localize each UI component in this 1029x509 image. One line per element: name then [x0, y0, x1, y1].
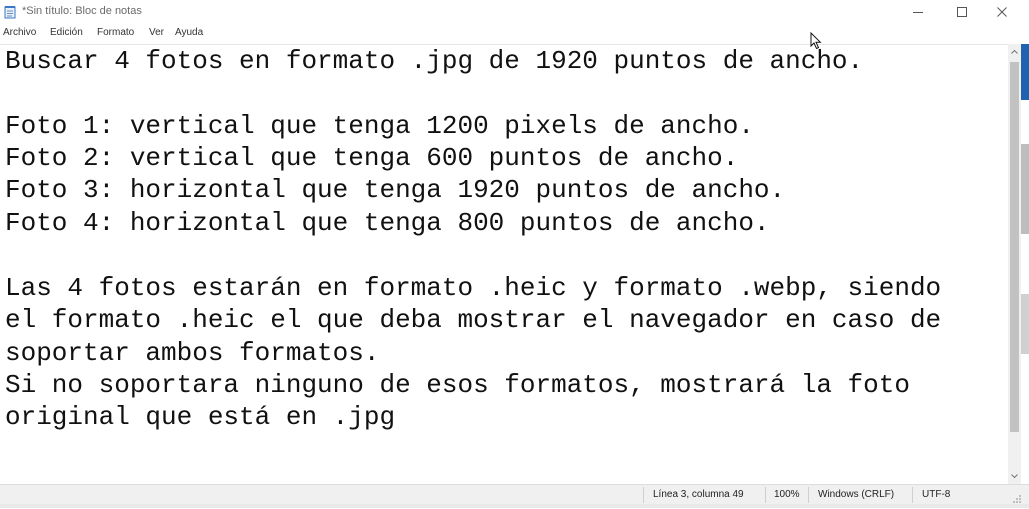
maximize-icon [957, 7, 967, 17]
status-divider [765, 487, 766, 503]
close-icon [997, 7, 1007, 17]
chevron-up-icon [1011, 49, 1018, 54]
editor-line: el formato .heic el que deba mostrar el … [5, 305, 942, 335]
status-divider [912, 487, 913, 503]
status-position: Línea 3, columna 49 [653, 489, 744, 500]
menu-ver[interactable]: Ver [149, 27, 164, 38]
editor-line: original que está en .jpg [5, 402, 396, 432]
background-window-panel [1021, 294, 1029, 354]
editor-line: Buscar 4 fotos en formato .jpg de 1920 p… [5, 46, 864, 76]
status-encoding: UTF-8 [922, 489, 951, 500]
mouse-cursor-icon [810, 31, 822, 55]
text-editor[interactable]: Buscar 4 fotos en formato .jpg de 1920 p… [0, 44, 1008, 485]
scroll-up-arrow[interactable] [1008, 44, 1021, 60]
vertical-scrollbar[interactable] [1008, 44, 1021, 484]
window-title: *Sin título: Bloc de notas [22, 5, 142, 17]
editor-line: soportar ambos formatos. [5, 338, 380, 368]
editor-line: Foto 3: horizontal que tenga 1920 puntos… [5, 175, 786, 205]
status-divider [643, 487, 644, 503]
background-window-panel [1021, 144, 1029, 234]
scroll-down-arrow[interactable] [1008, 468, 1021, 484]
title-bar: *Sin título: Bloc de notas [0, 0, 1029, 24]
minimize-icon [913, 12, 923, 13]
status-zoom: 100% [774, 489, 800, 500]
editor-line: Foto 2: vertical que tenga 600 puntos de… [5, 143, 739, 173]
menu-ayuda[interactable]: Ayuda [175, 27, 203, 38]
editor-line: Si no soportara ninguno de esos formatos… [5, 370, 910, 400]
menu-bar: Archivo Edición Formato Ver Ayuda [0, 24, 1029, 44]
status-bar: Línea 3, columna 49 100% Windows (CRLF) … [0, 484, 1029, 505]
minimize-button[interactable] [898, 0, 938, 24]
notepad-icon [4, 5, 17, 19]
editor-line: Foto 1: vertical que tenga 1200 pixels d… [5, 111, 754, 141]
menu-edicion[interactable]: Edición [50, 27, 83, 38]
editor-line: Foto 4: horizontal que tenga 800 puntos … [5, 208, 770, 238]
chevron-down-icon [1011, 474, 1018, 479]
close-button[interactable] [982, 0, 1022, 24]
menu-archivo[interactable]: Archivo [3, 27, 36, 38]
background-window-accent [1021, 44, 1029, 100]
editor-line: Las 4 fotos estarán en formato .heic y f… [5, 273, 942, 303]
scroll-thumb[interactable] [1010, 62, 1019, 432]
status-line-ending: Windows (CRLF) [818, 489, 895, 500]
status-divider [808, 487, 809, 503]
maximize-button[interactable] [942, 0, 982, 24]
taskbar-edge [0, 504, 1029, 508]
menu-formato[interactable]: Formato [97, 27, 134, 38]
background-window-edge [1021, 44, 1029, 484]
